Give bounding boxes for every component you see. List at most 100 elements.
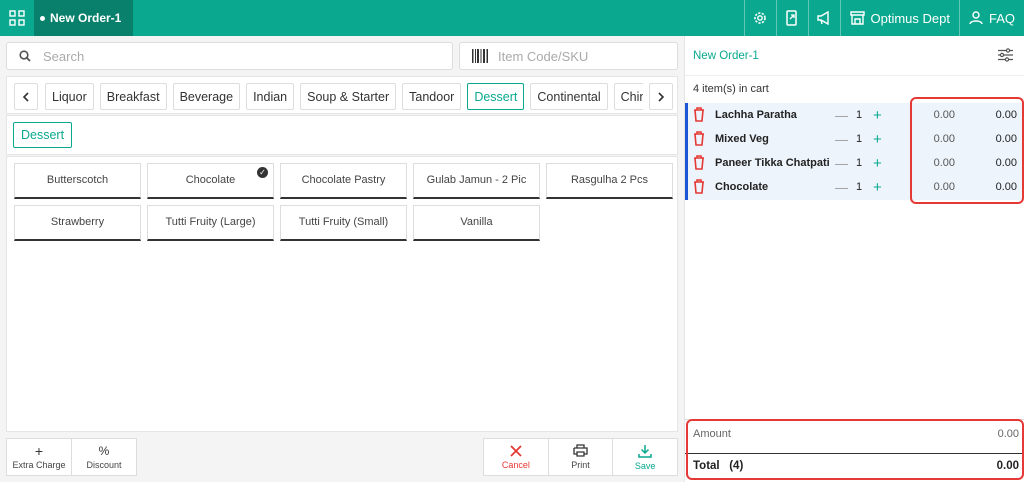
category-bar: Liquor Breakfast Beverage Indian Soup & Star… xyxy=(6,76,678,114)
megaphone-icon xyxy=(817,11,829,25)
menu-item-label: Rasgulha 2 Pcs xyxy=(570,174,649,187)
order-panel: New Order-1 4 item(s) in cart Lachha Par… xyxy=(684,36,1024,482)
menu-item-label: Vanilla xyxy=(460,216,493,229)
order-tab[interactable]: New Order-1 xyxy=(34,0,134,36)
department-label: Optimus Dept xyxy=(870,10,950,26)
search-input[interactable]: Search xyxy=(6,42,453,70)
user-icon xyxy=(969,11,983,25)
plus-icon[interactable]: + xyxy=(873,131,882,148)
unsaved-dot-icon xyxy=(40,15,45,21)
announcement-button[interactable] xyxy=(807,0,840,36)
department-button[interactable]: Optimus Dept xyxy=(839,0,959,36)
discount-button[interactable]: % Discount xyxy=(71,439,136,475)
menu-item-label: Chocolate Pastry xyxy=(301,174,386,187)
cart-item-name: Lachha Paratha xyxy=(715,109,797,121)
price-highlight-box xyxy=(910,97,1024,204)
cancel-button[interactable]: Cancel xyxy=(484,439,548,475)
menu-item[interactable]: Vanilla xyxy=(413,205,540,241)
trash-icon[interactable] xyxy=(693,179,705,197)
faq-label: FAQ xyxy=(988,10,1015,26)
save-button[interactable]: Save xyxy=(612,439,677,475)
category-liquor[interactable]: Liquor xyxy=(45,83,94,110)
minus-icon[interactable]: — xyxy=(835,156,848,171)
print-label: Print xyxy=(571,460,590,470)
minus-icon[interactable]: — xyxy=(835,180,848,195)
sliders-icon[interactable] xyxy=(998,48,1013,62)
download-icon xyxy=(638,444,652,458)
search-placeholder: Search xyxy=(43,48,85,64)
cart-item-name: Mixed Veg xyxy=(715,133,769,145)
menu-item[interactable]: Tutti Fruity (Large) xyxy=(147,205,274,241)
check-icon: ✓ xyxy=(257,167,268,178)
category-breakfast[interactable]: Breakfast xyxy=(99,83,167,110)
plus-icon[interactable]: + xyxy=(873,107,882,124)
menu-item[interactable]: Tutti Fruity (Small) xyxy=(280,205,407,241)
plus-icon: + xyxy=(34,443,44,459)
order-header: New Order-1 xyxy=(685,36,1024,76)
category-chinese[interactable]: Chinese xyxy=(613,83,643,110)
percent-icon: % xyxy=(98,444,110,458)
save-label: Save xyxy=(634,460,656,471)
faq-button[interactable]: FAQ xyxy=(958,0,1024,36)
minus-icon[interactable]: — xyxy=(835,132,848,147)
category-soup-starter[interactable]: Soup & Starter xyxy=(300,83,397,110)
cart-count: 4 item(s) in cart xyxy=(693,83,769,95)
trash-icon[interactable] xyxy=(693,131,705,149)
menu-item[interactable]: Rasgulha 2 Pcs xyxy=(546,163,673,199)
printer-icon xyxy=(573,444,588,457)
chevron-right-icon xyxy=(658,91,665,102)
subcategory-bar: Dessert xyxy=(6,115,678,155)
cart-item-qty: 1 xyxy=(856,133,863,145)
cart-item-qty: 1 xyxy=(856,157,863,169)
totals-highlight-box xyxy=(686,419,1024,480)
discount-label: Discount xyxy=(86,460,122,470)
menu-item[interactable]: Butterscotch xyxy=(14,163,141,199)
category-list: Liquor Breakfast Beverage Indian Soup & Star… xyxy=(45,83,643,110)
order-actions: Cancel Print Save xyxy=(483,438,678,476)
menu-item[interactable]: Chocolate Pastry xyxy=(280,163,407,199)
menu-item-label: Gulab Jamun - 2 Pic xyxy=(426,174,527,187)
menu-panel: Search Item Code/SKU Liquor Breakfast Beve… xyxy=(0,36,684,482)
menu-item[interactable]: Gulab Jamun - 2 Pic xyxy=(413,163,540,199)
category-beverage[interactable]: Beverage xyxy=(172,83,241,110)
trash-icon[interactable] xyxy=(693,155,705,173)
extra-charge-label: Extra Charge xyxy=(12,460,66,470)
barcode-icon xyxy=(472,49,488,63)
trash-icon[interactable] xyxy=(693,107,705,125)
chevron-left-icon xyxy=(22,91,29,102)
cancel-label: Cancel xyxy=(501,459,530,470)
plus-icon[interactable]: + xyxy=(873,179,882,196)
menu-item[interactable]: Chocolate ✓ xyxy=(147,163,274,199)
minus-icon[interactable]: — xyxy=(835,108,848,123)
category-continental[interactable]: Continental xyxy=(530,83,608,110)
cart-item-qty: 1 xyxy=(856,181,863,193)
category-tandoor[interactable]: Tandoor xyxy=(402,83,462,110)
sku-input[interactable]: Item Code/SKU xyxy=(459,42,678,70)
phone-arrow-icon xyxy=(786,10,797,26)
search-icon xyxy=(19,50,31,62)
category-next-button[interactable] xyxy=(649,83,673,110)
mobile-order-button[interactable] xyxy=(775,0,808,36)
order-adjustments: + Extra Charge % Discount xyxy=(6,438,137,476)
extra-charge-button[interactable]: + Extra Charge xyxy=(7,439,71,475)
apps-grid-icon[interactable] xyxy=(0,0,34,36)
menu-item-label: Butterscotch xyxy=(46,174,109,187)
subcategory-dessert[interactable]: Dessert xyxy=(13,122,73,148)
sku-placeholder: Item Code/SKU xyxy=(498,48,589,64)
top-bar: New Order-1 Optimus Dept FAQ xyxy=(0,0,1024,36)
order-title: New Order-1 xyxy=(693,49,759,62)
settings-button[interactable] xyxy=(743,0,776,36)
cart-item-name: Paneer Tikka Chatpati xyxy=(715,157,830,169)
category-dessert[interactable]: Dessert xyxy=(467,83,525,110)
print-button[interactable]: Print xyxy=(547,439,613,475)
category-prev-button[interactable] xyxy=(14,83,38,110)
plus-icon[interactable]: + xyxy=(873,155,882,172)
item-grid: Butterscotch Chocolate ✓ Chocolate Pastry Gu… xyxy=(6,156,678,432)
category-indian[interactable]: Indian xyxy=(246,83,295,110)
order-tab-label: New Order-1 xyxy=(50,11,122,25)
menu-item-label: Chocolate xyxy=(185,174,236,187)
menu-item[interactable]: Strawberry xyxy=(14,205,141,241)
close-icon xyxy=(510,444,522,457)
gear-icon xyxy=(754,12,766,24)
menu-item-label: Tutti Fruity (Large) xyxy=(165,216,256,229)
